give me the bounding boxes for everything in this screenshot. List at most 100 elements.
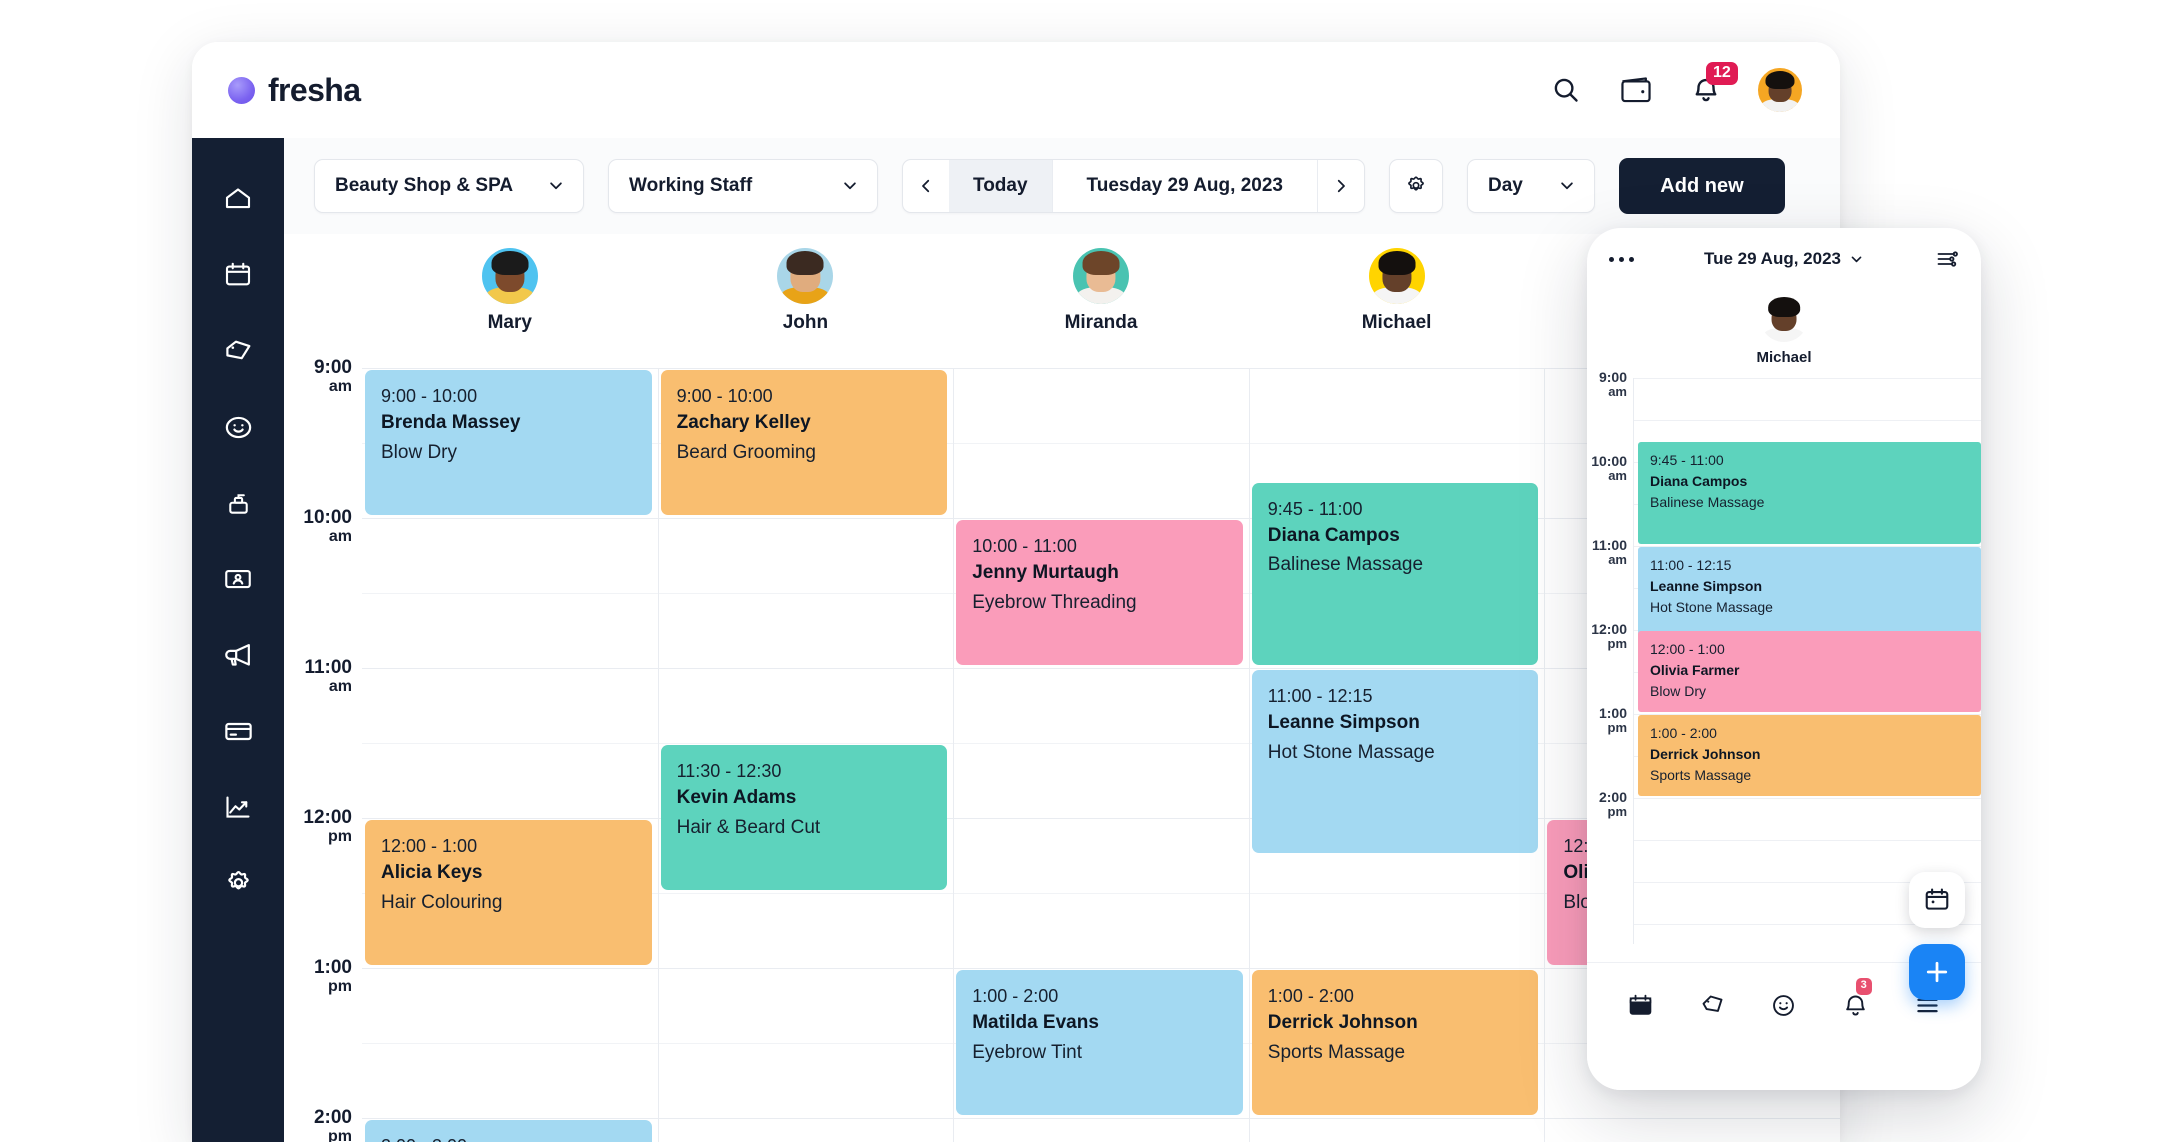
avatar-face (1369, 248, 1425, 304)
mobile-appointment-service: Hot Stone Massage (1650, 598, 1773, 615)
gear-icon (227, 870, 249, 890)
appointment-block[interactable]: 9:00 - 10:00 Zachary Kelley Beard Grooming (660, 370, 948, 515)
appointment-service: Eyebrow Threading (972, 591, 1137, 613)
sidebar-item-products[interactable] (215, 480, 261, 526)
mobile-time-tick-period: pm (1607, 803, 1628, 819)
mobile-appointment-client: Diana Campos (1650, 472, 1748, 489)
appointment-block[interactable]: 9:45 - 11:00 Diana Campos Balinese Massage (1251, 482, 1539, 665)
mobile-add-fab[interactable] (1909, 944, 1965, 1000)
location-select[interactable]: Beauty Shop & SPA (314, 159, 584, 213)
appointment-block[interactable]: 10:00 - 11:00 Jenny Murtaugh Eyebrow Threa… (956, 520, 1243, 665)
sliders-icon (1937, 251, 1958, 267)
mobile-appointment-time: 12:00 - 1:00 (1650, 641, 1725, 657)
time-tick-period: am (328, 678, 352, 695)
mobile-appointment-block[interactable]: 12:00 - 1:00 Olivia Farmer Blow Dry (1638, 631, 1981, 712)
appointment-block[interactable]: 11:30 - 12:30 Kevin Adams Hair & Beard Cut (660, 745, 948, 890)
plus-icon (1926, 961, 1948, 983)
mobile-appointment-client: Derrick Johnson (1650, 745, 1761, 762)
mobile-grid-line (1634, 420, 1981, 421)
smiley-icon (225, 416, 251, 438)
mobile-nav-sales[interactable] (1690, 983, 1734, 1027)
mobile-time-tick-hour: 9:00 (1598, 369, 1627, 385)
mobile-filter-button[interactable] (1935, 247, 1959, 271)
user-avatar[interactable] (1756, 66, 1804, 114)
mobile-date-selector[interactable]: Tue 29 Aug, 2023 (1704, 249, 1864, 269)
appointment-time: 11:30 - 12:30 (676, 761, 782, 781)
next-day-button[interactable] (1318, 160, 1364, 212)
appointment-block[interactable]: 11:00 - 12:15 Leanne Simpson Hot Stone Mas… (1251, 670, 1539, 853)
appointment-block[interactable]: 1:00 - 2:00 Matilda Evans Eyebrow Tint (956, 970, 1243, 1115)
time-tick-period: pm (328, 978, 352, 995)
appointment-service: Beard Grooming (676, 441, 816, 463)
add-new-button[interactable]: Add new (1618, 158, 1785, 214)
wallet-button[interactable] (1616, 70, 1656, 110)
location-select-value: Beauty Shop & SPA (335, 175, 514, 196)
mobile-appointment-block[interactable]: 1:00 - 2:00 Derrick Johnson Sports Massage (1638, 715, 1981, 796)
mobile-appointment-client: Olivia Farmer (1650, 661, 1740, 678)
avatar-face (777, 248, 833, 304)
tag-icon (1702, 995, 1723, 1012)
mobile-staff-avatar (1760, 294, 1808, 342)
sidebar-item-marketing[interactable] (215, 632, 261, 678)
mobile-time-tick: 9:00 am (1599, 370, 1627, 398)
staff-avatar (481, 248, 538, 304)
mobile-calendar-fab[interactable] (1909, 872, 1965, 928)
mobile-appointment-block[interactable]: 9:45 - 11:00 Diana Campos Balinese Massage (1638, 442, 1981, 544)
time-tick-period: pm (328, 1128, 352, 1142)
mobile-nav-calendar[interactable] (1619, 983, 1663, 1027)
sidebar-item-calendar[interactable] (215, 252, 261, 298)
staff-column-header[interactable]: Mary (450, 248, 570, 334)
staff-column-header[interactable]: Michael (1337, 248, 1457, 334)
staff-column-header[interactable]: Miranda (1041, 248, 1161, 334)
mobile-appointment-time: 11:00 - 12:15 (1650, 557, 1732, 573)
calendar-icon (225, 262, 251, 286)
appointment-service: Hair Colouring (381, 891, 503, 913)
mobile-staff-header[interactable]: Michael (1587, 290, 1981, 378)
mobile-time-gutter: 9:00 am 10:00 am 11:00 am 12:00 pm 1:00 pm 2:00 pm (1587, 370, 1633, 944)
sidebar-item-settings[interactable] (215, 860, 261, 906)
time-tick: 10:00 am (303, 508, 352, 545)
appointment-client: Brenda Massey (381, 412, 521, 434)
grid-line-vertical (953, 368, 955, 1142)
sidebar-item-payments[interactable] (215, 708, 261, 754)
mobile-nav-clients[interactable] (1762, 983, 1806, 1027)
mobile-appointment-service: Blow Dry (1650, 682, 1707, 699)
time-tick-hour: 11:00 (304, 657, 352, 678)
sidebar-item-team[interactable] (215, 556, 261, 602)
staff-column-header[interactable]: John (745, 248, 865, 334)
calendar-settings-button[interactable] (1388, 159, 1443, 213)
time-tick-hour: 1:00 (313, 957, 352, 978)
more-dots-icon[interactable] (1609, 256, 1634, 262)
mobile-grid-line (1634, 378, 1981, 379)
staff-select-value: Working Staff (629, 175, 753, 196)
appointment-client: Diana Campos (1267, 524, 1400, 546)
appointment-time: 12:00 - 1:00 (381, 836, 478, 856)
sidebar-item-home[interactable] (215, 176, 261, 222)
staff-select[interactable]: Working Staff (608, 159, 878, 213)
time-tick-hour: 12:00 (303, 807, 352, 828)
appointment-block[interactable]: 1:00 - 2:00 Derrick Johnson Sports Massage (1251, 970, 1539, 1115)
today-button[interactable]: Today (949, 160, 1052, 212)
mobile-appointment-service: Balinese Massage (1650, 493, 1765, 510)
mobile-calendar-grid[interactable]: 9:45 - 11:00 Diana Campos Balinese Massage… (1633, 378, 1981, 944)
appointment-block[interactable]: 12:00 - 1:00 Alicia Keys Hair Colouring (365, 820, 652, 965)
appointment-block[interactable]: 9:00 - 10:00 Brenda Massey Blow Dry (365, 370, 652, 515)
sidebar-item-sales[interactable] (215, 328, 261, 374)
view-mode-select[interactable]: Day (1466, 159, 1595, 213)
calendar-toolbar: Beauty Shop & SPA Working Staff Today Tu… (284, 138, 1840, 234)
brand-logo[interactable]: fresha (228, 72, 361, 109)
search-button[interactable] (1546, 70, 1586, 110)
current-date-label[interactable]: Tuesday 29 Aug, 2023 (1051, 160, 1318, 212)
prev-day-button[interactable] (903, 160, 949, 212)
notifications-button[interactable]: 12 (1686, 62, 1738, 110)
sidebar-item-reports[interactable] (215, 784, 261, 830)
mobile-appointment-time: 1:00 - 2:00 (1650, 725, 1717, 741)
sidebar-item-clients[interactable] (215, 404, 261, 450)
appointment-block[interactable]: 2:00 - 3:00Mary Lee FisherHair Colouring (365, 1120, 652, 1142)
appointment-client: Kevin Adams (676, 787, 797, 809)
chevron-left-icon (922, 179, 930, 193)
mobile-time-tick-period: pm (1607, 635, 1628, 651)
mobile-header: Tue 29 Aug, 2023 (1587, 228, 1981, 290)
mobile-nav-notifications[interactable]: 3 (1834, 978, 1878, 1027)
view-mode-value: Day (1487, 175, 1523, 196)
